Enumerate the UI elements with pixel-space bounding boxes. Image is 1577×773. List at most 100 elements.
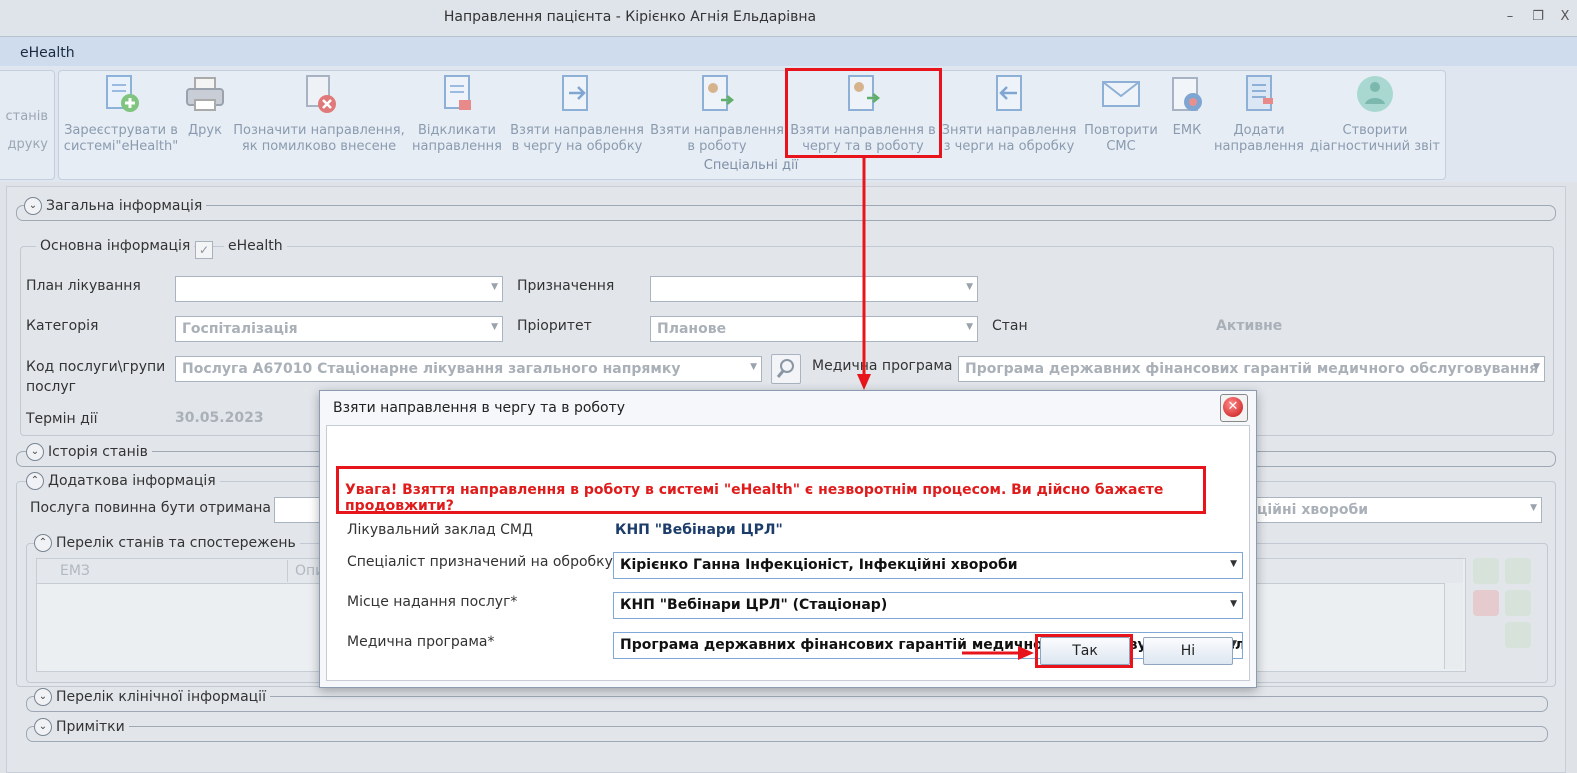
- category-combo[interactable]: Госпіталізація ▼: [175, 316, 503, 342]
- ribbon-label: Відкликати направлення: [412, 123, 502, 154]
- revoke-button[interactable]: Відкликати направлення: [410, 70, 504, 155]
- search-button[interactable]: [771, 354, 801, 384]
- warning-text: Увага! Взяття направлення в роботу в сис…: [345, 482, 1164, 514]
- clinical-section-title: Перелік клінічної інформації: [56, 689, 266, 705]
- basic-info-legend: Основна інформація: [36, 238, 195, 254]
- annotation-ribbon-highlight: [785, 68, 942, 158]
- place-label: Місце надання послуг*: [347, 594, 518, 610]
- grid-col-divider: [287, 560, 288, 582]
- grid-col-emz[interactable]: ЕМЗ: [60, 563, 90, 579]
- title-bar: Направлення пацієнта - Кірієнко Агнія Ел…: [0, 0, 1577, 37]
- plan-label: План лікування: [26, 278, 141, 294]
- right-combo[interactable]: ційні хвороби ▼: [1250, 497, 1542, 523]
- chevron-down-icon: ▼: [491, 322, 498, 332]
- ehealth-checkbox[interactable]: ✓: [195, 241, 213, 259]
- register-ehealth-button[interactable]: Зареєструвати в системі"eHealth": [60, 70, 182, 155]
- mark-error-icon: [306, 75, 336, 113]
- chevron-up-icon: ⌃: [34, 534, 52, 552]
- priority-combo[interactable]: Планове ▼: [650, 316, 978, 342]
- chevron-down-icon: ▼: [966, 282, 973, 292]
- notes-section-title: Примітки: [56, 719, 125, 735]
- chevron-down-icon: ⌄: [34, 718, 52, 736]
- place-value: КНП "Вебінари ЦРЛ" (Стаціонар): [620, 597, 888, 613]
- general-section-header[interactable]: ⌄ Загальна інформація: [24, 197, 207, 215]
- chevron-down-icon: ▼: [491, 282, 498, 292]
- ribbon-label: Друк: [188, 123, 222, 138]
- add-referral-icon: [1246, 75, 1273, 111]
- status-label: Стан: [992, 318, 1028, 334]
- add-referral-button[interactable]: Додати направлення: [1212, 70, 1306, 155]
- additional-section-title: Додаткова інформація: [48, 473, 216, 489]
- delete-row-icon[interactable]: [1473, 590, 1499, 616]
- no-button[interactable]: Ні: [1143, 637, 1233, 665]
- history-section-title: Історія станів: [48, 444, 148, 460]
- revoke-icon: [444, 75, 471, 110]
- ribbon-left-label-2[interactable]: друку: [0, 137, 48, 152]
- priority-label: Пріоритет: [517, 318, 592, 334]
- chevron-down-icon: ⌄: [26, 443, 44, 461]
- history-section-header[interactable]: ⌄ Історія станів: [26, 443, 152, 461]
- facility-value: КНП "Вебінари ЦРЛ": [615, 522, 783, 538]
- med-program-label: Медична програма: [812, 358, 953, 374]
- place-combo[interactable]: КНП "Вебінари ЦРЛ" (Стаціонар) ▼: [613, 592, 1243, 619]
- ehealth-label: eHealth: [224, 238, 287, 254]
- observations-section-title: Перелік станів та спостережень: [56, 535, 296, 551]
- dialog-close-button[interactable]: ✕: [1220, 394, 1248, 422]
- plan-combo[interactable]: ▼: [175, 276, 503, 302]
- search-icon: [776, 359, 794, 378]
- service-combo[interactable]: Послуга A67010 Стаціонарне лікування заг…: [175, 356, 762, 382]
- purpose-label: Призначення: [517, 278, 615, 294]
- observations-section-header[interactable]: ⌃ Перелік станів та спостережень: [34, 534, 300, 552]
- ribbon-label: Зареєструвати в системі"eHealth": [63, 123, 179, 154]
- notes-section-header[interactable]: ⌄ Примітки: [34, 718, 129, 736]
- take-work-icon: [702, 75, 735, 111]
- service-label: Код послуги\групи послуг: [26, 359, 166, 395]
- annotation-arrow-down: [857, 156, 871, 390]
- queue-button[interactable]: Взяти направлення в чергу на обробку: [506, 70, 648, 155]
- ribbon-label: Додати направлення: [1214, 123, 1304, 154]
- med-program-combo[interactable]: Програма державних фінансових гарантій м…: [958, 356, 1545, 382]
- remove-queue-button[interactable]: Зняти направлення з черги на обробку: [940, 70, 1078, 155]
- flag-row-icon[interactable]: [1505, 622, 1531, 648]
- link-row-icon[interactable]: [1505, 590, 1531, 616]
- queue-icon: [562, 75, 588, 111]
- clinical-section-header[interactable]: ⌄ Перелік клінічної інформації: [34, 688, 270, 706]
- ribbon-left-label-1[interactable]: станів: [0, 109, 48, 124]
- ribbon-group-label: Спеціальні дії: [703, 158, 799, 173]
- chevron-down-icon: ⌄: [34, 688, 52, 706]
- purpose-combo[interactable]: ▼: [650, 276, 978, 302]
- additional-section-header[interactable]: ⌃ Додаткова інформація: [26, 472, 220, 490]
- specialist-combo[interactable]: Кірієнко Ганна Інфекціоніст, Інфекційні …: [613, 552, 1243, 579]
- ribbon-label: Створити діагностичний звіт: [1310, 123, 1440, 154]
- dialog: Взяти направлення в чергу та в роботу ✕ …: [319, 390, 1257, 688]
- mark-error-button[interactable]: Позначити направлення, як помилково внес…: [230, 70, 408, 155]
- service-from-label: Послуга повинна бути отримана з: [30, 500, 283, 516]
- window-title: Направлення пацієнта - Кірієнко Агнія Ел…: [443, 9, 817, 25]
- add-row-icon[interactable]: [1473, 558, 1499, 584]
- term-value: 30.05.2023: [175, 410, 264, 426]
- general-section-title: Загальна інформація: [46, 198, 203, 214]
- printer-icon: [186, 77, 224, 111]
- program-label: Медична програма*: [347, 634, 495, 650]
- print-button[interactable]: Друк: [182, 70, 228, 139]
- specialist-label: Спеціаліст призначений на обробку*: [347, 554, 620, 570]
- create-diag-report-button[interactable]: Створити діагностичний звіт: [1308, 70, 1442, 155]
- restore-button[interactable]: ❐: [1528, 9, 1548, 24]
- repeat-sms-button[interactable]: Повторити СМС: [1080, 70, 1162, 155]
- emk-button[interactable]: ЕМК: [1164, 70, 1210, 139]
- edit-row-icon[interactable]: [1505, 558, 1531, 584]
- take-work-button[interactable]: Взяти направлення в роботу: [648, 70, 786, 155]
- specialist-value: Кірієнко Ганна Інфекціоніст, Інфекційні …: [620, 557, 1018, 573]
- diag-report-icon: [1357, 76, 1393, 112]
- notes-section-line: [26, 726, 1548, 742]
- ribbon-left-group: станів друку: [0, 70, 55, 180]
- ribbon-label: Зняти направлення з черги на обробку: [941, 123, 1077, 154]
- minimize-button[interactable]: –: [1500, 9, 1520, 24]
- chevron-down-icon: ▼: [1230, 559, 1237, 569]
- close-window-button[interactable]: X: [1555, 9, 1575, 24]
- menu-item-ehealth[interactable]: eHealth: [20, 45, 75, 61]
- ribbon-label: Повторити СМС: [1084, 123, 1158, 154]
- annotation-yes-highlight: [1035, 634, 1133, 668]
- term-label: Термін дії: [26, 411, 98, 427]
- grid-scrollbar[interactable]: [1444, 583, 1463, 669]
